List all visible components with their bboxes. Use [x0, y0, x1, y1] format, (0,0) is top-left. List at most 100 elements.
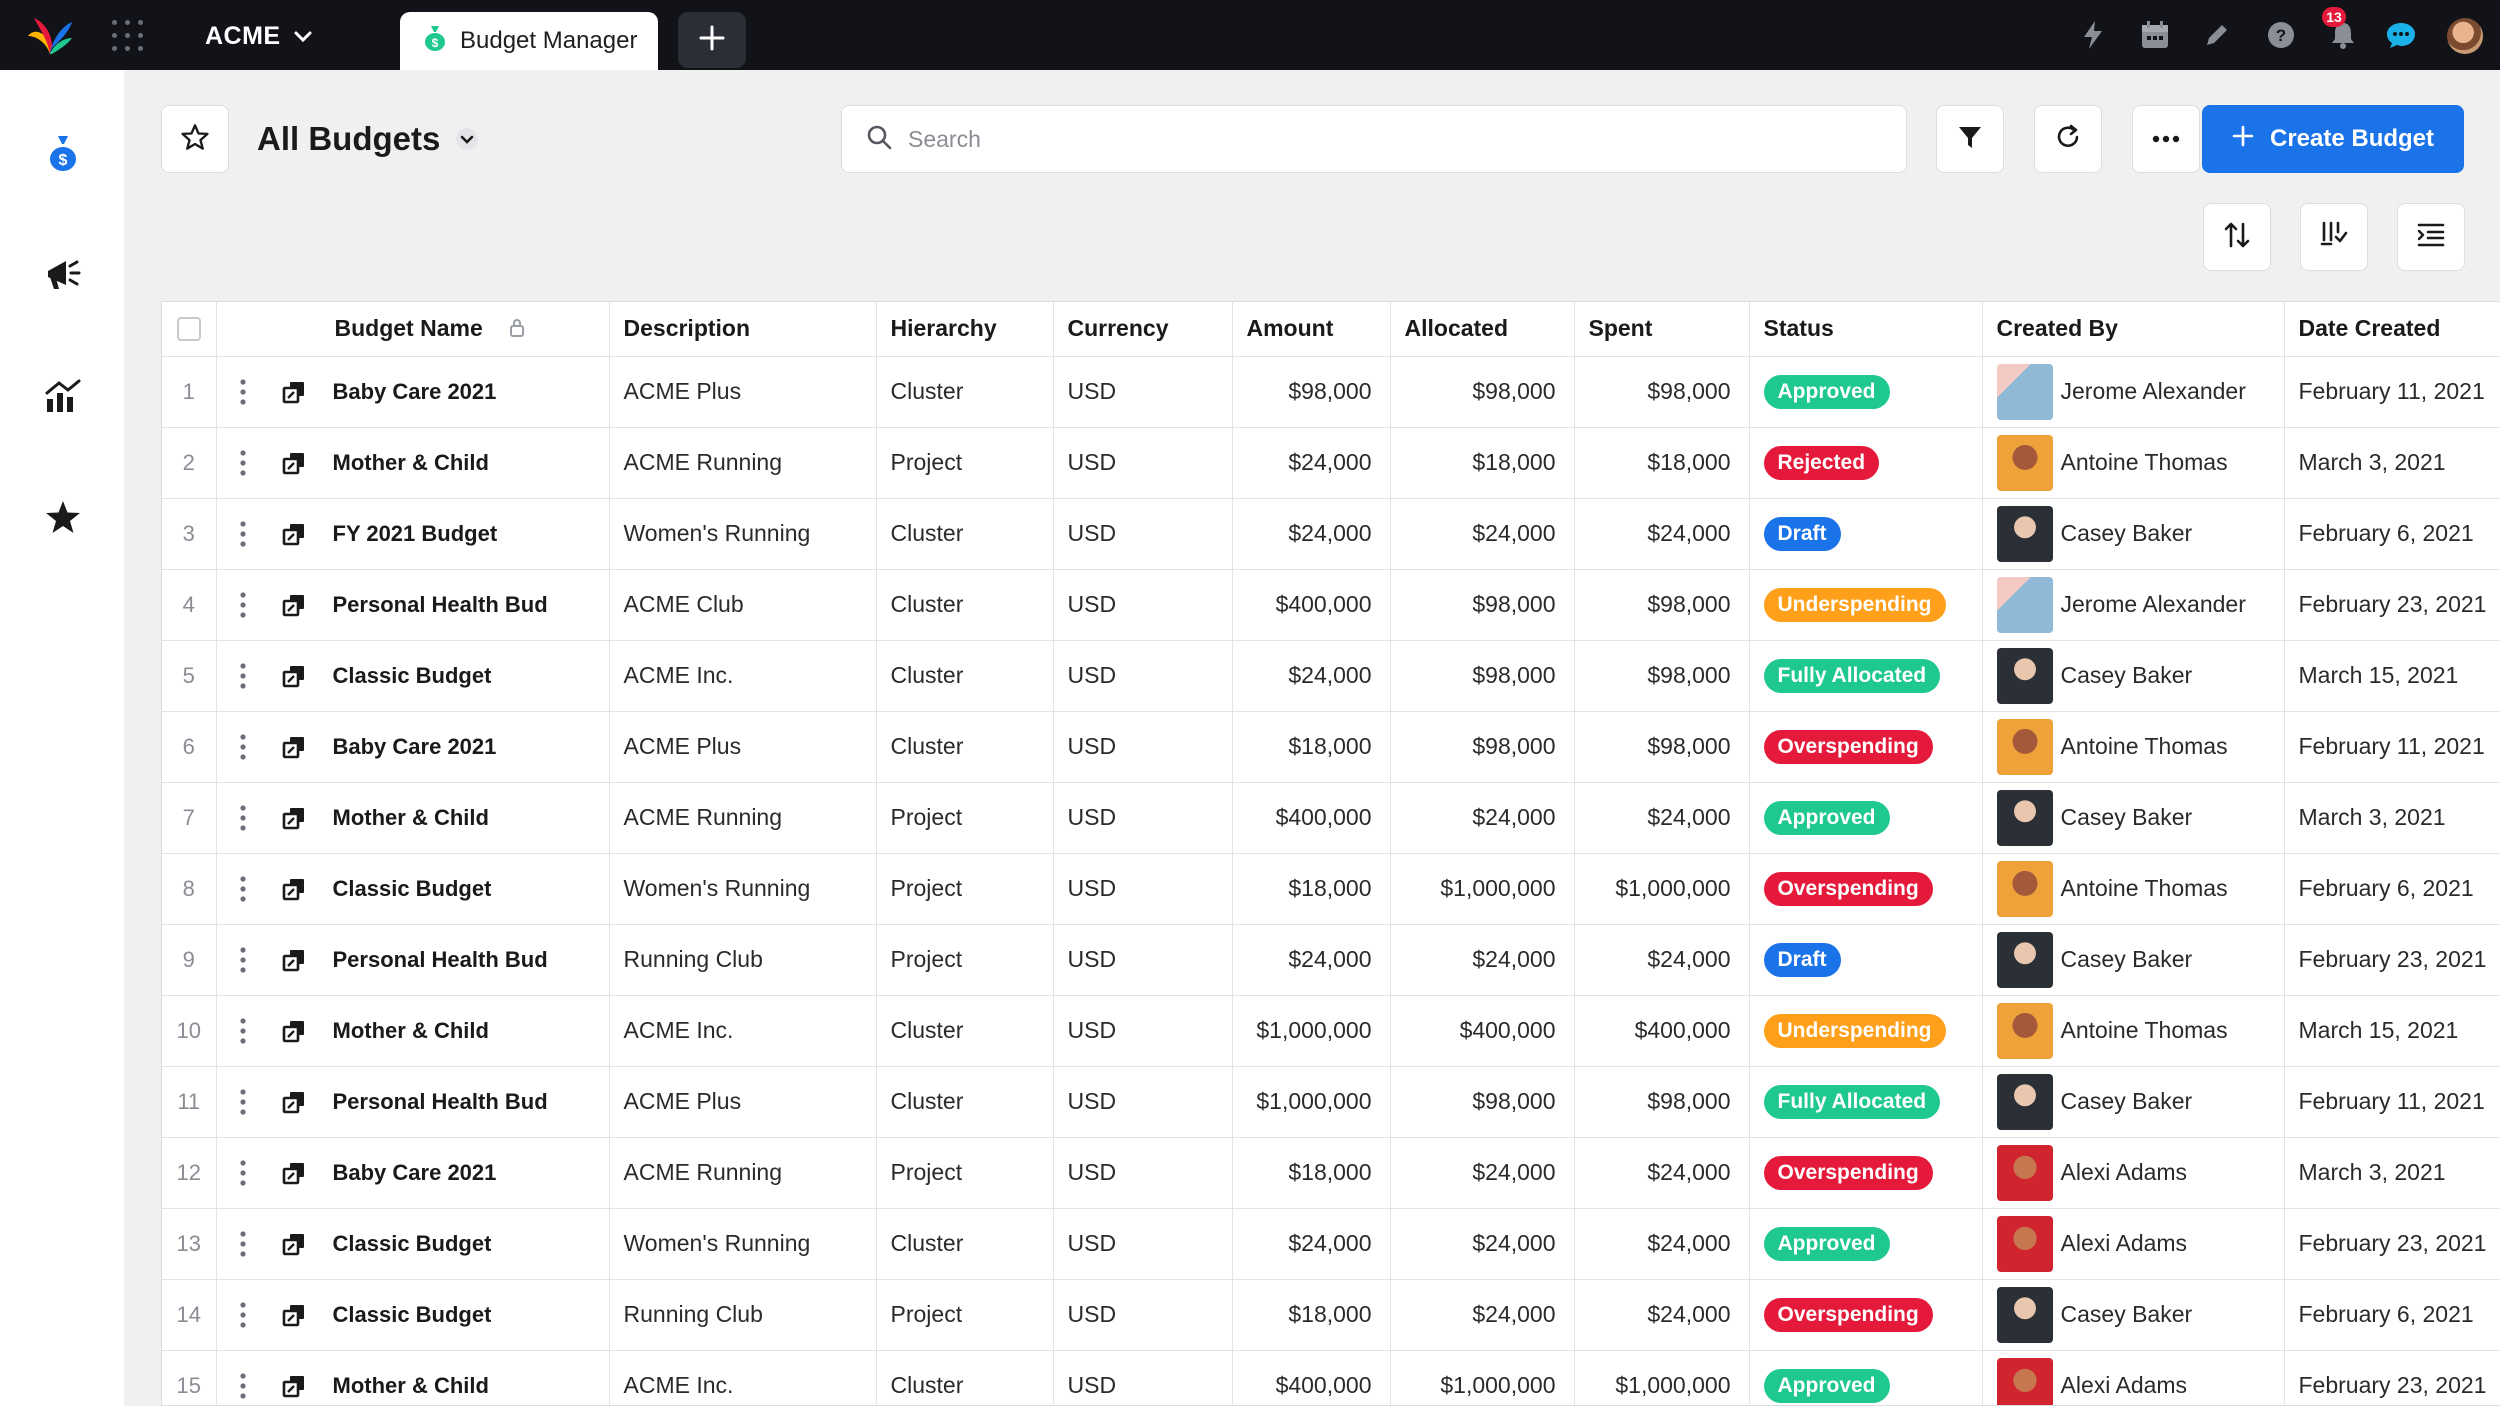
budget-name-link[interactable]: Mother & Child	[319, 805, 489, 831]
budget-name-link[interactable]: Personal Health Bud	[319, 1089, 548, 1115]
budget-name-link[interactable]: Personal Health Bud	[319, 592, 548, 618]
open-record-icon[interactable]	[269, 380, 319, 404]
table-row[interactable]: 2 Mother & Child ACME Running Project USD $24…	[162, 427, 2500, 499]
budget-name-link[interactable]: Classic Budget	[319, 1302, 492, 1328]
filter-button[interactable]	[1936, 105, 2004, 173]
table-row[interactable]: 10 Mother & Child ACME Inc. Cluster USD $1,00…	[162, 995, 2500, 1067]
open-record-icon[interactable]	[269, 593, 319, 617]
open-record-icon[interactable]	[269, 664, 319, 688]
row-menu-icon[interactable]	[217, 449, 269, 476]
budget-name-cell[interactable]: Baby Care 2021	[216, 356, 610, 428]
budget-name-cell[interactable]: Classic Budget	[216, 1279, 610, 1351]
org-switcher[interactable]: ACME	[205, 18, 313, 54]
budget-name-link[interactable]: Baby Care 2021	[319, 734, 497, 760]
open-record-icon[interactable]	[269, 806, 319, 830]
budget-name-link[interactable]: FY 2021 Budget	[319, 521, 498, 547]
column-header-description[interactable]: Description	[609, 302, 877, 357]
budget-name-link[interactable]: Mother & Child	[319, 450, 489, 476]
table-row[interactable]: 4 Personal Health Bud ACME Club Cluster USD $…	[162, 569, 2500, 641]
budget-name-link[interactable]: Personal Health Bud	[319, 947, 548, 973]
column-header-hierarchy[interactable]: Hierarchy	[876, 302, 1054, 357]
row-menu-icon[interactable]	[217, 1088, 269, 1115]
table-row[interactable]: 12 Baby Care 2021 ACME Running Project USD $1…	[162, 1137, 2500, 1209]
column-header-budget-name[interactable]: Budget Name	[216, 302, 610, 357]
budget-name-cell[interactable]: Classic Budget	[216, 1208, 610, 1280]
table-row[interactable]: 7 Mother & Child ACME Running Project USD $40…	[162, 782, 2500, 854]
table-row[interactable]: 11 Personal Health Bud ACME Plus Cluster USD…	[162, 1066, 2500, 1138]
budget-name-link[interactable]: Mother & Child	[319, 1373, 489, 1399]
help-icon[interactable]: ?	[2264, 18, 2298, 52]
open-record-icon[interactable]	[269, 735, 319, 759]
budget-name-link[interactable]: Classic Budget	[319, 876, 492, 902]
budget-name-cell[interactable]: Classic Budget	[216, 853, 610, 925]
row-menu-icon[interactable]	[217, 662, 269, 689]
open-record-icon[interactable]	[269, 1374, 319, 1398]
column-header-allocated[interactable]: Allocated	[1390, 302, 1575, 357]
budget-name-link[interactable]: Baby Care 2021	[319, 1160, 497, 1186]
budget-name-link[interactable]: Classic Budget	[319, 1231, 492, 1257]
budget-name-cell[interactable]: Mother & Child	[216, 995, 610, 1067]
megaphone-icon[interactable]	[40, 251, 86, 297]
column-header-currency[interactable]: Currency	[1053, 302, 1233, 357]
favorite-view-button[interactable]	[161, 105, 229, 173]
row-menu-icon[interactable]	[217, 1230, 269, 1257]
open-record-icon[interactable]	[269, 1232, 319, 1256]
analytics-icon[interactable]	[40, 373, 86, 419]
table-row[interactable]: 6 Baby Care 2021 ACME Plus Cluster USD $18,00…	[162, 711, 2500, 783]
create-budget-button[interactable]: Create Budget	[2202, 105, 2464, 173]
tab-budget-manager[interactable]: $ Budget Manager	[400, 12, 658, 70]
column-header-status[interactable]: Status	[1749, 302, 1983, 357]
open-record-icon[interactable]	[269, 522, 319, 546]
budget-icon[interactable]: $	[40, 130, 86, 176]
pencil-icon[interactable]	[2200, 18, 2234, 52]
budget-name-cell[interactable]: Baby Care 2021	[216, 711, 610, 783]
budget-name-cell[interactable]: Personal Health Bud	[216, 569, 610, 641]
open-record-icon[interactable]	[269, 877, 319, 901]
calendar-icon[interactable]	[2138, 18, 2172, 52]
open-record-icon[interactable]	[269, 1019, 319, 1043]
columns-button[interactable]	[2300, 203, 2368, 271]
user-avatar[interactable]	[2447, 18, 2483, 54]
row-menu-icon[interactable]	[217, 946, 269, 973]
budget-name-cell[interactable]: FY 2021 Budget	[216, 498, 610, 570]
column-header-amount[interactable]: Amount	[1232, 302, 1391, 357]
view-selector[interactable]: All Budgets	[257, 115, 479, 163]
budget-name-cell[interactable]: Baby Care 2021	[216, 1137, 610, 1209]
column-header-spent[interactable]: Spent	[1574, 302, 1750, 357]
row-menu-icon[interactable]	[217, 875, 269, 902]
table-row[interactable]: 15 Mother & Child ACME Inc. Cluster USD $400,…	[162, 1350, 2500, 1405]
more-options-button[interactable]	[2132, 105, 2200, 173]
apps-grid-icon[interactable]	[112, 20, 144, 52]
open-record-icon[interactable]	[269, 1303, 319, 1327]
budget-name-link[interactable]: Baby Care 2021	[319, 379, 497, 405]
open-record-icon[interactable]	[269, 1090, 319, 1114]
row-menu-icon[interactable]	[217, 733, 269, 760]
open-record-icon[interactable]	[269, 1161, 319, 1185]
search-input[interactable]	[908, 125, 1808, 153]
budget-name-cell[interactable]: Mother & Child	[216, 427, 610, 499]
row-menu-icon[interactable]	[217, 378, 269, 405]
row-menu-icon[interactable]	[217, 1301, 269, 1328]
budget-name-cell[interactable]: Classic Budget	[216, 640, 610, 712]
chat-icon[interactable]	[2384, 18, 2418, 52]
table-row[interactable]: 3 FY 2021 Budget Women's Running Cluster USD…	[162, 498, 2500, 570]
table-row[interactable]: 8 Classic Budget Women's Running Project USD…	[162, 853, 2500, 925]
budget-name-cell[interactable]: Personal Health Bud	[216, 924, 610, 996]
row-menu-icon[interactable]	[217, 1017, 269, 1044]
favorites-star-icon[interactable]	[40, 494, 86, 540]
row-menu-icon[interactable]	[217, 1159, 269, 1186]
table-row[interactable]: 1 Baby Care 2021 ACME Plus Cluster USD $98,00…	[162, 356, 2500, 428]
budget-name-cell[interactable]: Mother & Child	[216, 1350, 610, 1405]
column-header-created-by[interactable]: Created By	[1982, 302, 2285, 357]
row-menu-icon[interactable]	[217, 520, 269, 547]
budget-name-link[interactable]: Classic Budget	[319, 663, 492, 689]
row-menu-icon[interactable]	[217, 804, 269, 831]
refresh-button[interactable]	[2034, 105, 2102, 173]
table-row[interactable]: 14 Classic Budget Running Club Project USD $1…	[162, 1279, 2500, 1351]
row-menu-icon[interactable]	[217, 1372, 269, 1399]
select-all-checkbox[interactable]	[176, 316, 201, 341]
row-density-button[interactable]	[2397, 203, 2465, 271]
table-row[interactable]: 9 Personal Health Bud Running Club Project U…	[162, 924, 2500, 996]
budget-name-link[interactable]: Mother & Child	[319, 1018, 489, 1044]
lightning-icon[interactable]	[2076, 18, 2110, 52]
